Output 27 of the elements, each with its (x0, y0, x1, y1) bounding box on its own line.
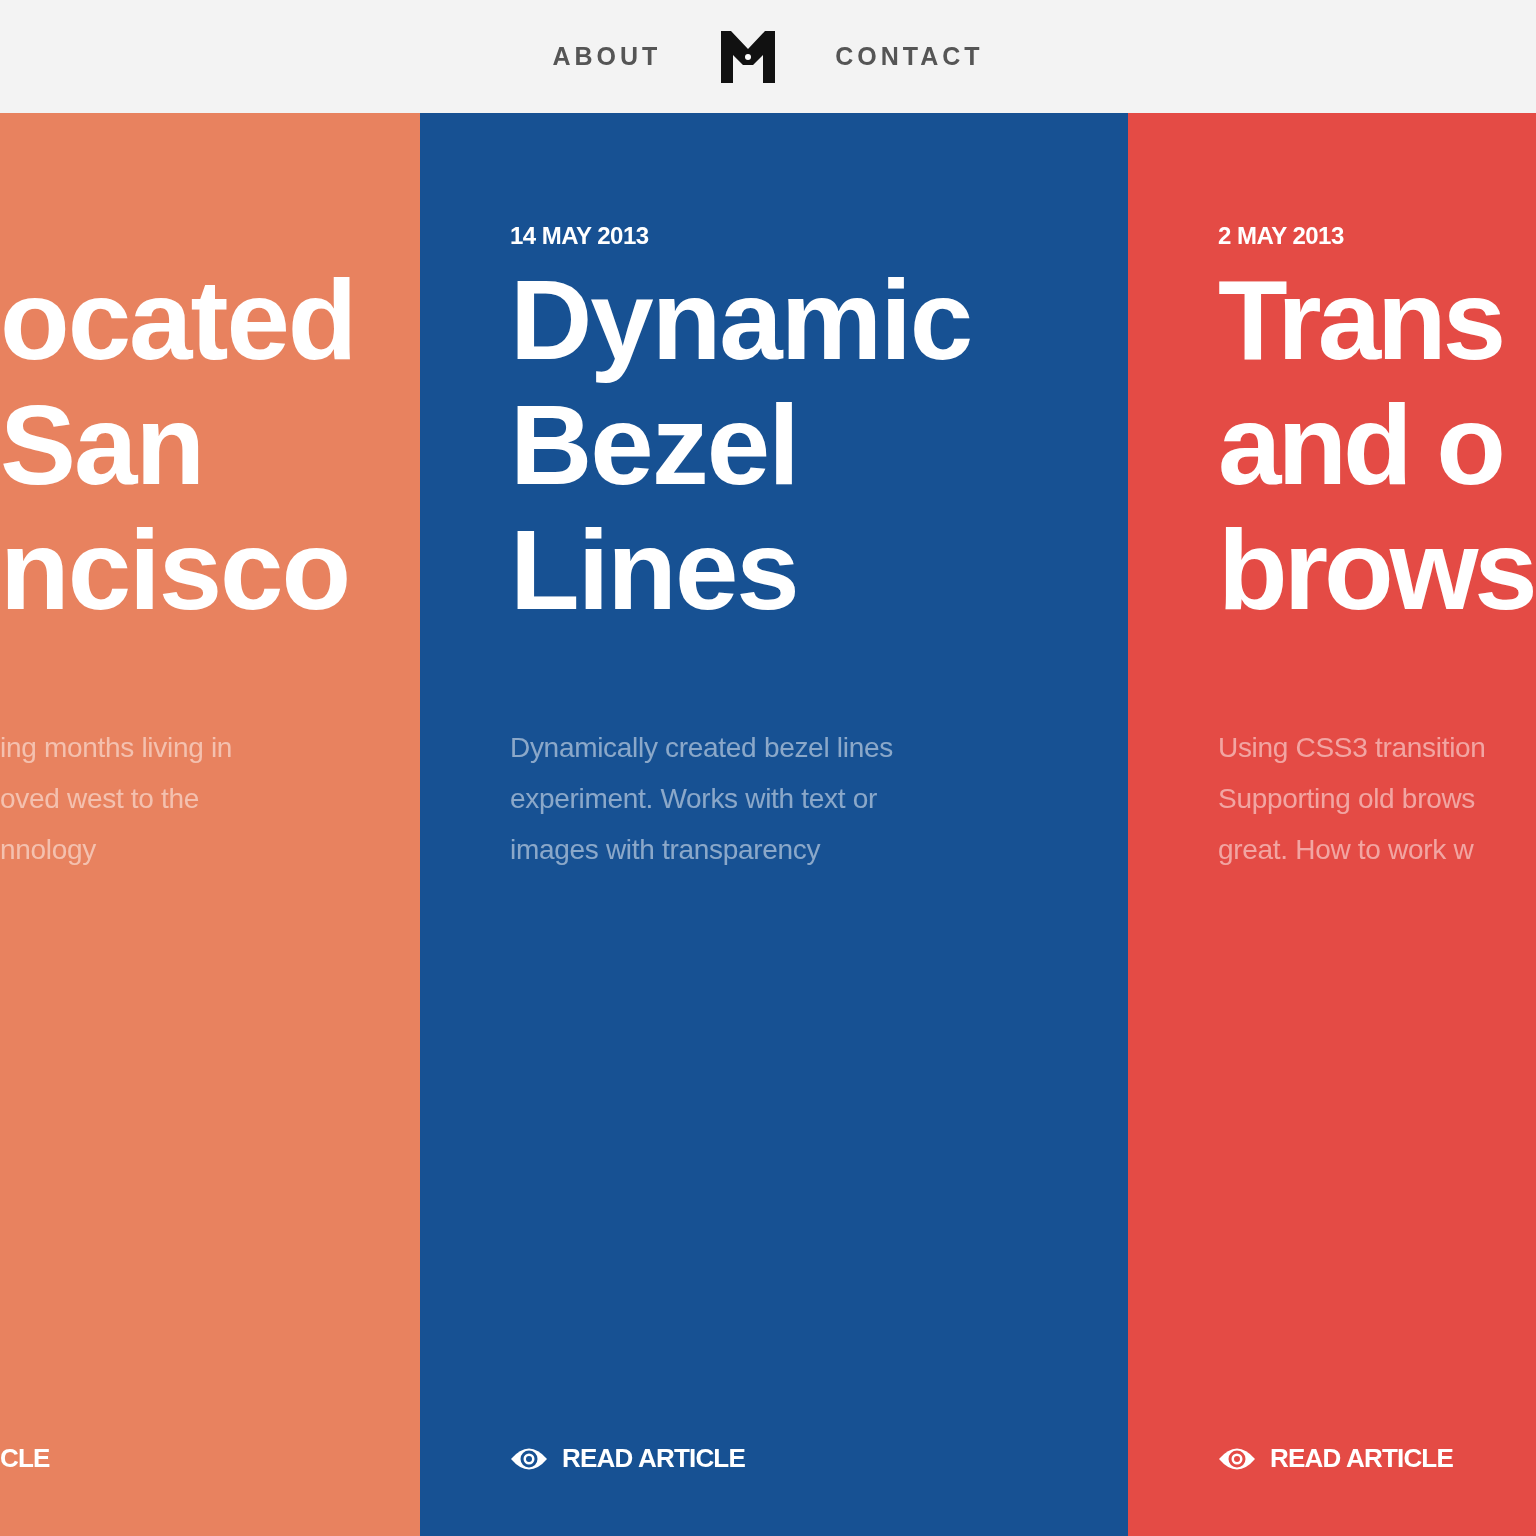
article-card[interactable]: 2 MAY 2013 Trans and o brows Using CSS3 transition Supporting old brows great. How to work w READ ARTICLE (1128, 113, 1536, 1536)
about-link[interactable]: ABOUT (552, 42, 662, 71)
article-description: Supporting old brows (1218, 782, 1476, 816)
article-title: Bezel (510, 382, 798, 507)
article-title: brows (1218, 507, 1534, 632)
logo-icon[interactable] (721, 30, 776, 83)
article-title: Lines (510, 507, 798, 632)
read-article-link[interactable]: READ ARTICLE (1218, 1443, 1453, 1474)
contact-link[interactable]: CONTACT (835, 42, 984, 71)
read-article-link[interactable]: READ ARTICLE (510, 1443, 745, 1474)
article-description: great. How to work w (1218, 833, 1474, 867)
article-title: ncisco (0, 507, 350, 632)
article-description: Using CSS3 transition (1218, 731, 1486, 765)
article-title: San (0, 382, 204, 507)
article-description: ing months living in (0, 731, 233, 765)
article-title: Dynamic (510, 257, 972, 382)
article-date: 14 MAY 2013 (510, 221, 650, 251)
article-description: experiment. Works with text or (510, 782, 878, 816)
article-title: and o (1218, 382, 1502, 507)
article-description: Dynamically created bezel lines (510, 731, 893, 765)
article-description: oved west to the (0, 782, 200, 816)
article-description: images with transparency (510, 833, 821, 867)
article-title: ocated (0, 257, 356, 382)
article-card[interactable]: 14 MAY 2013 Dynamic Bezel Lines Dynamically created bezel lines experiment. Works with text or images with transparency READ ARTICLE (420, 113, 1128, 1536)
article-date: 2 MAY 2013 (1218, 221, 1345, 251)
article-title: Trans (1218, 257, 1503, 382)
article-description: nnology (0, 833, 96, 867)
